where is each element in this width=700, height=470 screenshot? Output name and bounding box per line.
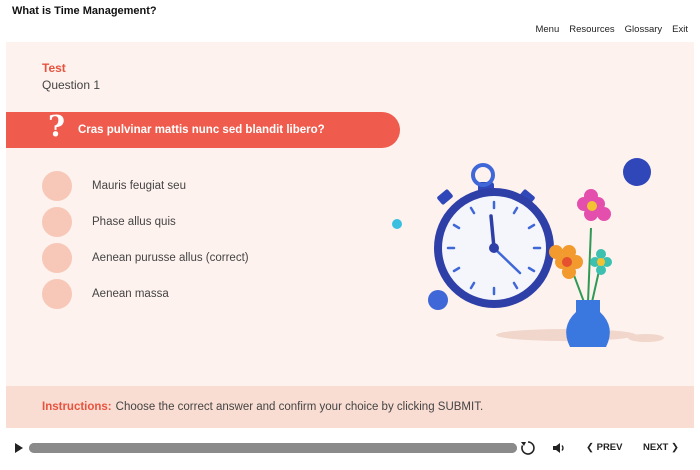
next-button[interactable]: NEXT ❯ [643, 442, 679, 453]
top-nav: Menu Resources Glossary Exit [535, 24, 688, 35]
play-icon[interactable] [15, 443, 23, 453]
radio-button[interactable] [42, 279, 72, 309]
prev-button[interactable]: ❮ PREV [586, 442, 622, 453]
player-controls: ❮ PREV NEXT ❯ [0, 436, 700, 460]
option-label: Aenean massa [92, 288, 169, 300]
radio-button[interactable] [42, 243, 72, 273]
option-label: Aenean purusse allus (correct) [92, 252, 249, 264]
slide-content: Test Question 1 ? Cras pulvinar mattis n… [6, 42, 694, 428]
time-illustration [392, 158, 664, 347]
option-label: Mauris feugiat seu [92, 180, 186, 192]
blue-sphere-icon [623, 158, 651, 186]
stopwatch-icon [434, 163, 554, 308]
answer-option-1[interactable]: Mauris feugiat seu [42, 168, 249, 204]
glossary-link[interactable]: Glossary [625, 24, 662, 35]
progress-bar[interactable] [29, 443, 517, 453]
answer-options: Mauris feugiat seu Phase allus quis Aene… [42, 168, 249, 312]
menu-link[interactable]: Menu [535, 24, 559, 35]
volume-icon[interactable] [551, 440, 567, 456]
answer-option-3[interactable]: Aenean purusse allus (correct) [42, 240, 249, 276]
resources-link[interactable]: Resources [569, 24, 614, 35]
answer-option-4[interactable]: Aenean massa [42, 276, 249, 312]
section-title: Test [42, 61, 66, 75]
instructions-label: Instructions: [42, 401, 112, 413]
instructions-bar: Instructions: Choose the correct answer … [6, 386, 694, 428]
chevron-left-icon: ❮ [586, 442, 594, 453]
chevron-right-icon: ❯ [670, 442, 679, 453]
replay-icon[interactable] [520, 440, 536, 456]
instructions-text: Choose the correct answer and confirm yo… [115, 401, 484, 413]
radio-button[interactable] [42, 207, 72, 237]
app-title: What is Time Management? [12, 5, 157, 17]
exit-link[interactable]: Exit [672, 24, 688, 35]
next-label: NEXT [643, 442, 669, 453]
question-banner: ? Cras pulvinar mattis nunc sed blandit … [6, 109, 400, 148]
option-label: Phase allus quis [92, 216, 176, 228]
prev-label: PREV [596, 442, 623, 453]
blue-dot-icon [428, 290, 448, 310]
flower-vase-icon [549, 189, 612, 347]
question-mark-icon: ? [48, 109, 65, 143]
question-number: Question 1 [42, 78, 101, 92]
answer-option-2[interactable]: Phase allus quis [42, 204, 249, 240]
radio-button[interactable] [42, 171, 72, 201]
teal-dot-icon [392, 219, 402, 229]
question-text: Cras pulvinar mattis nunc sed blandit li… [78, 124, 325, 136]
progress-fill [29, 443, 517, 453]
